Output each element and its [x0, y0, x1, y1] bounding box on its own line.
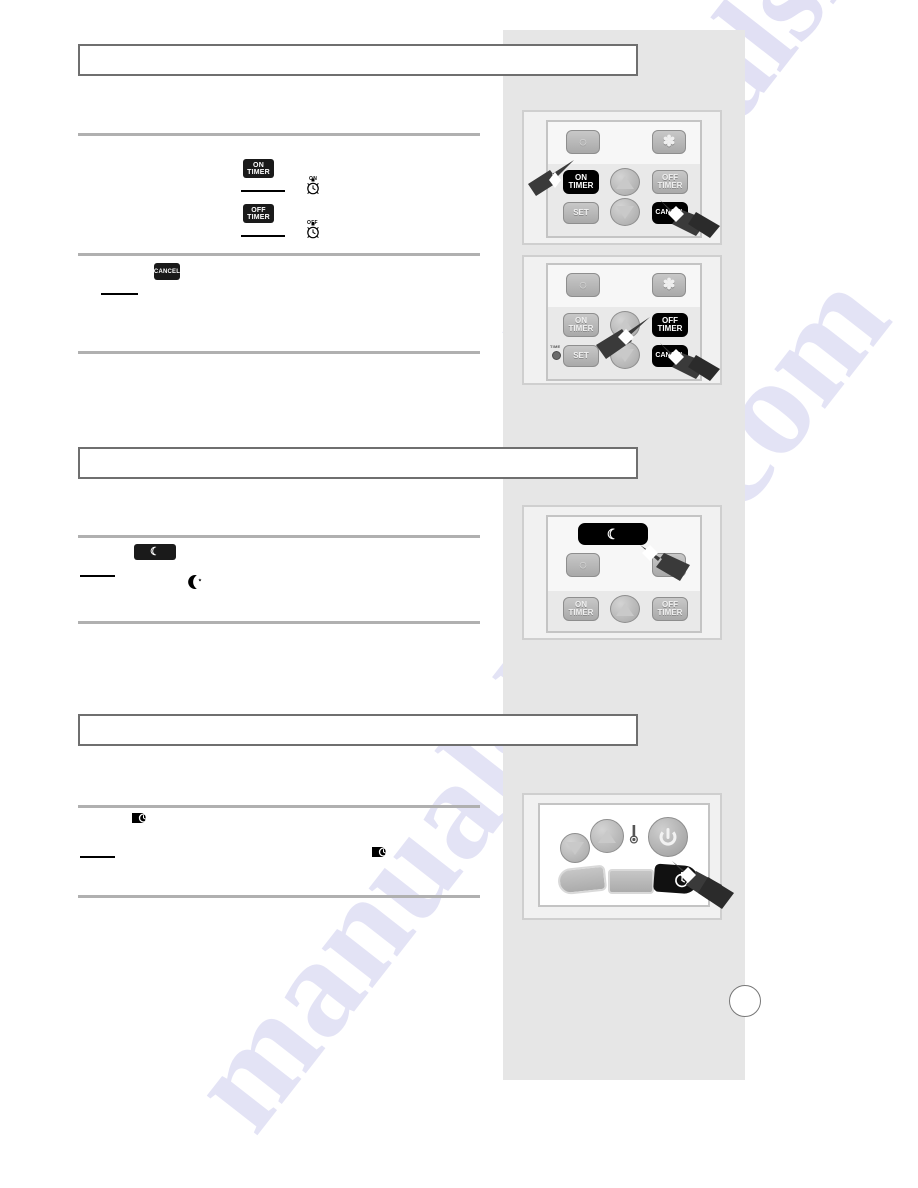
off-timer-line-2: TIMER — [657, 608, 683, 617]
fan-icon: ✽ — [662, 556, 676, 574]
triangle-up-icon — [616, 318, 634, 332]
on-timer-button[interactable]: ON TIMER — [563, 170, 599, 194]
diagram-unit-control-panel — [522, 793, 734, 920]
temp-down-button[interactable] — [610, 341, 640, 369]
timer-bar-button[interactable] — [653, 863, 699, 895]
triangle-up-icon — [616, 602, 634, 616]
blank-underline — [241, 190, 285, 192]
timer-icon — [675, 871, 689, 888]
thermometer-icon — [629, 825, 638, 844]
on-timer-button[interactable]: ON TIMER — [563, 313, 599, 337]
on-timer-clock-symbol — [307, 178, 319, 195]
set-button[interactable]: SET — [563, 345, 599, 367]
on-timer-line-2: TIMER — [568, 181, 594, 190]
on-timer-button[interactable]: ON TIMER — [563, 597, 599, 621]
swing-icon: ◌ — [579, 134, 587, 150]
section-divider — [78, 535, 480, 538]
fan-icon: ✽ — [662, 276, 676, 294]
remote-body: ◌ ✽ ON TIMER OFF TIMER SET CANCEL — [546, 120, 702, 238]
set-label: SET — [573, 207, 589, 217]
temp-down-button[interactable] — [610, 198, 640, 226]
blank-underline — [101, 293, 138, 295]
section-heading-sleep-mode — [78, 447, 638, 479]
on-timer-key-icon: ON TIMER — [243, 159, 274, 178]
section-divider — [78, 351, 480, 354]
power-button[interactable] — [648, 817, 688, 857]
time-led-label: TIME — [550, 344, 561, 349]
swing-button[interactable]: ◌ — [566, 130, 600, 154]
fan-icon: ✽ — [662, 133, 676, 151]
on-timer-key-line-2: TIMER — [247, 169, 270, 176]
blank-underline — [241, 235, 285, 237]
section-divider — [78, 253, 480, 256]
mode-bar-button[interactable] — [556, 864, 608, 896]
time-led-indicator — [552, 351, 561, 360]
triangle-down-icon — [566, 841, 584, 855]
section-divider — [78, 621, 480, 624]
moon-star-symbol — [188, 575, 202, 589]
off-timer-key-line-2: TIMER — [247, 214, 270, 221]
sleep-key-label: ☾ — [149, 545, 161, 558]
off-timer-button[interactable]: OFF TIMER — [652, 170, 688, 194]
unit-timer-key-icon — [132, 813, 149, 823]
blank-underline — [80, 575, 115, 577]
off-timer-line-2: TIMER — [657, 324, 683, 333]
set-label: SET — [573, 350, 589, 360]
sleep-key-icon: ☾ — [134, 544, 176, 560]
temp-up-button[interactable] — [610, 311, 640, 339]
blank-underline — [80, 856, 115, 858]
diagram-remote-off-timer: ◌ ✽ ON TIMER OFF TIMER SET CANCEL TIME — [522, 255, 722, 385]
off-timer-line-2: TIMER — [657, 181, 683, 190]
cancel-key-icon: CANCEL — [154, 263, 180, 280]
swing-icon: ◌ — [579, 557, 587, 573]
fan-speed-button[interactable]: ✽ — [652, 553, 686, 577]
unit-panel-body — [538, 803, 710, 907]
remote-body: ◌ ✽ ON TIMER OFF TIMER SET CANCEL — [546, 263, 702, 381]
cancel-button[interactable]: CANCEL — [652, 202, 688, 224]
swing-button[interactable]: ◌ — [566, 273, 600, 297]
sleep-button[interactable]: ☾ — [578, 523, 648, 545]
temp-up-button[interactable] — [610, 168, 640, 196]
section-divider — [78, 133, 480, 136]
manual-page: manualshive.com manualshive.com ON TIMER… — [0, 0, 918, 1188]
triangle-up-icon — [616, 175, 634, 189]
off-timer-button[interactable]: OFF TIMER — [652, 313, 688, 337]
temp-up-button[interactable] — [590, 819, 624, 853]
remote-body: ☾ ◌ ✽ ON TIMER OFF TIMER — [546, 515, 702, 633]
off-timer-key-line-1: OFF — [251, 207, 266, 214]
swing-button[interactable]: ◌ — [566, 553, 600, 577]
on-timer-line-2: TIMER — [568, 608, 594, 617]
power-icon — [659, 828, 677, 846]
fan-speed-button[interactable]: ✽ — [652, 130, 686, 154]
temp-up-button[interactable] — [610, 595, 640, 623]
diagram-remote-sleep: ☾ ◌ ✽ ON TIMER OFF TIMER — [522, 505, 722, 640]
diagram-remote-on-timer: ◌ ✽ ON TIMER OFF TIMER SET CANCEL — [522, 110, 722, 245]
section-heading-unit-timer — [78, 714, 638, 746]
off-timer-button[interactable]: OFF TIMER — [652, 597, 688, 621]
section-heading-timer-setting — [78, 44, 638, 76]
off-timer-clock-symbol — [307, 222, 319, 239]
off-timer-key-icon: OFF TIMER — [243, 204, 274, 223]
cancel-key-label: CANCEL — [154, 268, 180, 275]
triangle-up-icon — [598, 829, 616, 843]
page-number — [729, 985, 761, 1017]
triangle-down-icon — [616, 205, 634, 219]
cancel-label: CANCEL — [655, 209, 685, 217]
cancel-label: CANCEL — [655, 352, 685, 360]
section-divider — [78, 805, 480, 808]
on-timer-key-line-1: ON — [253, 162, 264, 169]
fan-speed-button[interactable]: ✽ — [652, 273, 686, 297]
cancel-button[interactable]: CANCEL — [652, 345, 688, 367]
on-timer-line-2: TIMER — [568, 324, 594, 333]
triangle-down-icon — [616, 348, 634, 362]
unit-timer-key-icon — [372, 847, 389, 857]
section-divider — [78, 895, 480, 898]
swing-icon: ◌ — [579, 277, 587, 293]
set-button[interactable]: SET — [563, 202, 599, 224]
fan-bar-button[interactable] — [608, 869, 654, 894]
temp-down-button[interactable] — [560, 833, 590, 863]
moon-icon: ☾ — [606, 525, 620, 542]
